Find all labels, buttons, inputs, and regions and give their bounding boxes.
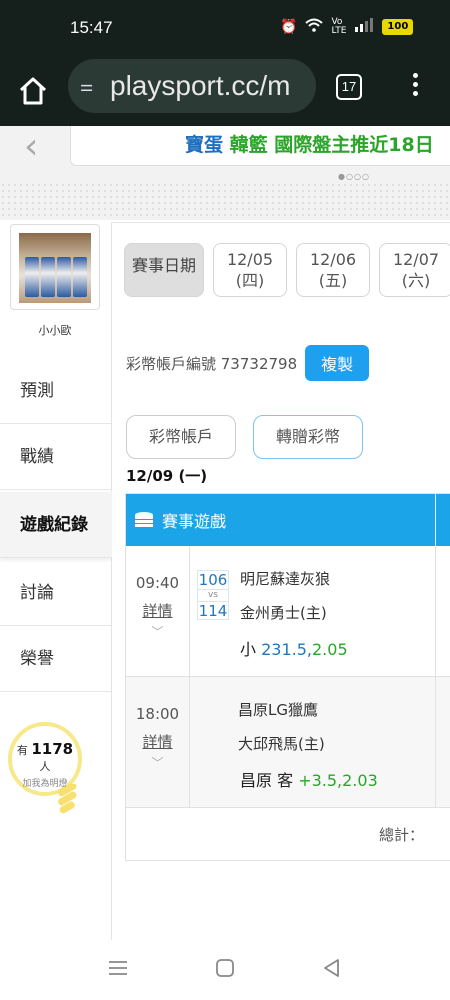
vs-label: vs [198, 589, 228, 602]
away-team: 明尼蘇達灰狼 [240, 570, 331, 588]
sidebar-item-discussion[interactable]: 討論 [0, 560, 112, 626]
chevron-left-icon[interactable]: ‹ [24, 126, 38, 167]
date-chip-date: 12/07 [392, 250, 440, 269]
banner-headline-text: 韓籃 國際盤主推近18日 [229, 134, 434, 156]
site-settings-icon[interactable]: ⚌ [80, 77, 110, 95]
banner-card[interactable]: 寶蛋 韓籃 國際盤主推近18日 [70, 126, 450, 166]
date-chip-weekday: (五) [318, 271, 348, 290]
date-chip-date: 12/05 [226, 250, 274, 269]
date-selector: 賽事日期 12/05 (四) 12/06 (五) 12/07 (六) [124, 243, 450, 297]
main-content: 賽事日期 12/05 (四) 12/06 (五) 12/07 (六) 彩幣帳戶編… [112, 222, 450, 940]
coins-icon [135, 512, 153, 527]
volte-icon: Vo LTE [331, 17, 347, 36]
away-score: 106 [198, 571, 228, 589]
total-label: 總計： [379, 826, 425, 844]
chevron-down-icon[interactable]: ﹀ [126, 754, 189, 771]
home-nav-icon[interactable] [213, 956, 237, 980]
username: 小小歐 [38, 324, 72, 337]
chevron-down-icon[interactable]: ﹀ [126, 623, 189, 640]
banner-pagination-dots: ●○○○ [338, 172, 370, 181]
home-button[interactable] [16, 74, 50, 108]
account-number-label: 彩幣帳戶編號 73732798 [126, 354, 298, 373]
status-bar: 15:47 ⏰ Vo LTE 100 [0, 0, 450, 56]
date-chip-date: 12/06 [309, 250, 357, 269]
avatar-image [19, 233, 91, 303]
game-time-cell: 18:00 詳情 ﹀ [126, 677, 190, 807]
signal-icon [354, 18, 374, 36]
bet-line: +3.5, [298, 771, 343, 790]
system-nav-bar [0, 940, 450, 1000]
bet-line: 231.5, [261, 640, 312, 659]
bet-odds: 2.03 [342, 771, 378, 790]
date-chip-1205[interactable]: 12/05 (四) [213, 243, 287, 297]
account-row: 彩幣帳戶編號 73732798 複製 [126, 345, 370, 381]
details-link[interactable]: 詳情 [126, 600, 189, 621]
banner-headline: 寶蛋 韓籃 國際盤主推近18日 [185, 130, 434, 157]
browser-menu-button[interactable] [408, 70, 422, 100]
date-chip-1206[interactable]: 12/06 (五) [296, 243, 370, 297]
day-title: 12/09 (一) [126, 467, 208, 485]
total-row: 總計： [126, 808, 450, 860]
game-time: 18:00 [135, 705, 180, 723]
table-header-label: 賽事遊戲 [162, 512, 227, 531]
banner-area: ‹ 寶蛋 韓籃 國際盤主推近18日 ●○○○ [0, 126, 450, 220]
copy-button[interactable]: 複製 [305, 345, 370, 381]
back-icon[interactable] [320, 956, 344, 980]
table-row: 18:00 詳情 ﹀ 昌原LG獵鷹 大邱飛馬(主) 昌原 客 +3.5,2.03 [126, 677, 450, 808]
status-icons: ⏰ Vo LTE 100 [280, 17, 414, 36]
home-team: 金州勇士(主) [240, 604, 327, 622]
away-team: 昌原LG獵鷹 [238, 701, 318, 719]
lamp-count-text: 有 1178 人 [16, 740, 74, 773]
recent-apps-icon[interactable] [106, 956, 130, 980]
url-bar[interactable]: ⚌ playsport.cc/m [68, 59, 316, 113]
status-time: 15:47 [70, 18, 113, 37]
sidebar-item-record[interactable]: 戰績 [0, 424, 112, 490]
sidebar-item-predict[interactable]: 預測 [0, 358, 112, 424]
date-chip-weekday: (四) [235, 271, 265, 290]
date-chip-weekday: (六) [401, 271, 431, 290]
wifi-icon [305, 18, 324, 36]
sidebar-item-game-history[interactable]: 遊戲紀錄 [0, 492, 112, 558]
game-time: 09:40 [135, 574, 180, 592]
table-row: 09:40 詳情 ﹀ 106 vs 114 明尼蘇達灰狼 金州勇士(主) 小 2… [126, 546, 450, 677]
browser-toolbar: ⚌ playsport.cc/m 17 [0, 56, 450, 126]
lightbulb-base-icon [57, 784, 77, 814]
game-time-cell: 09:40 詳情 ﹀ [126, 546, 190, 676]
table-header: 賽事遊戲 [126, 494, 450, 546]
alarm-icon: ⏰ [280, 19, 298, 35]
bet-side: 小 [240, 640, 257, 659]
date-label: 賽事日期 [124, 243, 204, 297]
coin-account-button[interactable]: 彩幣帳戶 [126, 415, 236, 459]
battery-icon: 100 [382, 19, 414, 35]
bet-pick: 小 231.5,2.05 [240, 636, 348, 660]
sidebar: 小小歐 預測 戰績 遊戲紀錄 討論 榮譽 有 1178 人 加我為明燈 [0, 222, 112, 940]
date-chip-1207[interactable]: 12/07 (六) [379, 243, 450, 297]
bet-odds: 2.05 [312, 640, 348, 659]
games-table: 賽事遊戲 09:40 詳情 ﹀ 106 vs 114 明尼蘇達灰狼 金州勇士(主… [125, 493, 450, 861]
url-text: playsport.cc/m [110, 70, 291, 101]
tab-switcher-button[interactable]: 17 [336, 74, 362, 100]
bet-pick: 昌原 客 +3.5,2.03 [240, 767, 378, 791]
home-team: 大邱飛馬(主) [238, 735, 325, 753]
score-box: 106 vs 114 [197, 570, 229, 620]
bet-side: 昌原 客 [240, 771, 294, 790]
avatar[interactable] [10, 224, 100, 310]
home-icon [19, 77, 47, 105]
banner-headline-brand: 寶蛋 [185, 134, 224, 156]
home-score: 114 [198, 602, 228, 620]
details-link[interactable]: 詳情 [126, 731, 189, 752]
gift-coins-button[interactable]: 轉贈彩幣 [253, 415, 363, 459]
sidebar-item-honor[interactable]: 榮譽 [0, 626, 112, 692]
